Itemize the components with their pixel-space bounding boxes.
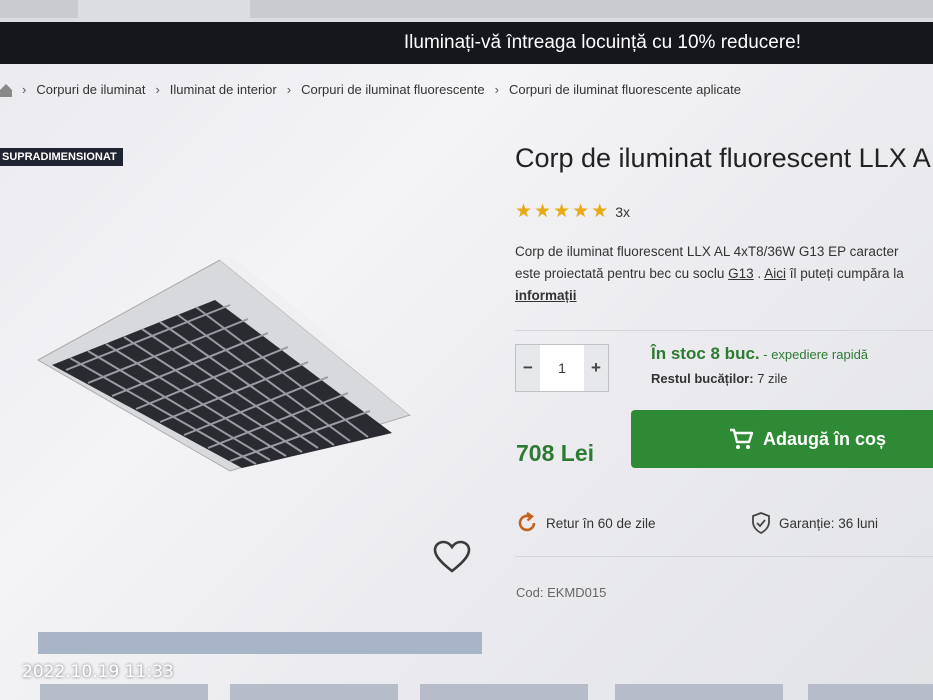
breadcrumb-item[interactable]: Corpuri de iluminat — [36, 82, 145, 97]
return-icon — [518, 512, 536, 532]
promo-banner-text: Iluminați-vă întreaga locuință cu 10% re… — [403, 32, 801, 53]
breadcrumb-item[interactable]: Corpuri de iluminat fluorescente — [301, 82, 485, 97]
increase-button[interactable]: + — [584, 345, 608, 391]
decrease-button[interactable]: − — [516, 345, 540, 391]
star-icon: ★ — [515, 201, 533, 222]
description-line: informații — [515, 285, 933, 307]
warranty-info[interactable]: Garanție: 36 luni — [751, 512, 878, 534]
breadcrumb-item-current[interactable]: Corpuri de iluminat fluorescente aplicat… — [509, 82, 741, 97]
description-text: este proiectată pentru bec cu soclu — [515, 266, 729, 281]
star-icon: ★ — [553, 201, 571, 222]
thumbnail[interactable] — [420, 684, 588, 700]
cart-icon — [730, 428, 753, 449]
description-line: este proiectată pentru bec cu soclu G13 … — [515, 263, 933, 285]
home-icon[interactable] — [0, 83, 12, 97]
chevron-right-icon: › — [286, 82, 292, 97]
product-image[interactable] — [30, 255, 420, 475]
chevron-right-icon: › — [494, 82, 499, 97]
shield-check-icon — [752, 512, 770, 534]
oversized-badge: SUPRADIMENSIONAT — [0, 148, 123, 166]
chevron-right-icon: › — [155, 82, 160, 97]
quantity-input[interactable]: 1 — [540, 345, 584, 391]
add-to-cart-label: Adaugă în coș — [763, 428, 887, 449]
top-strip — [0, 0, 933, 24]
divider — [515, 330, 933, 331]
buy-here-link[interactable]: Aici — [764, 266, 786, 281]
stock-count: În stoc 8 buc. — [651, 344, 760, 363]
rating-stars[interactable]: ★ ★ ★ ★ ★ 3x — [515, 202, 630, 221]
divider — [515, 556, 933, 557]
product-title: Corp de iluminat fluorescent LLX A — [515, 143, 931, 173]
shipping-info: - expediere rapidă — [759, 347, 869, 362]
thumbnail[interactable] — [615, 684, 783, 700]
star-icon: ★ — [591, 201, 609, 222]
gallery-scrollbar[interactable] — [38, 632, 482, 654]
breadcrumb: › Corpuri de iluminat › Iluminat de inte… — [0, 82, 741, 97]
star-icon: ★ — [572, 201, 590, 222]
rest-value: 7 zile — [753, 371, 788, 386]
rest-label: Restul bucăților: — [651, 371, 754, 386]
quantity-stepper[interactable]: − 1 + — [515, 344, 609, 392]
product-price: 708 Lei — [516, 440, 594, 466]
more-info-link[interactable]: informații — [515, 288, 577, 303]
thumbnail[interactable] — [40, 684, 208, 700]
rest-delivery: Restul bucăților: 7 zile — [651, 371, 788, 386]
promo-banner[interactable]: Iluminați-vă întreaga locuință cu 10% re… — [0, 22, 933, 64]
star-icon: ★ — [534, 201, 552, 222]
return-text: Retur în 60 de zile — [546, 515, 656, 531]
product-code: Cod: EKMD015 — [516, 585, 607, 600]
description-text: îl puteți cumpăra la — [785, 266, 904, 281]
description-line: Corp de iluminat fluorescent LLX AL 4xT8… — [515, 244, 899, 259]
warranty-text: Garanție: 36 luni — [779, 515, 879, 531]
heart-icon[interactable] — [433, 540, 471, 574]
product-description: Corp de iluminat fluorescent LLX AL 4xT8… — [515, 241, 933, 307]
thumbnail[interactable] — [230, 684, 398, 700]
description-separator: . — [753, 266, 765, 281]
thumbnail[interactable] — [808, 684, 933, 700]
add-to-cart-button[interactable]: Adaugă în coș — [631, 410, 933, 468]
g13-link[interactable]: G13 — [728, 266, 754, 281]
breadcrumb-item[interactable]: Iluminat de interior — [170, 82, 277, 97]
stock-status: În stoc 8 buc. - expediere rapidă — [651, 344, 868, 364]
review-count[interactable]: 3x — [615, 204, 630, 220]
photo-timestamp: 2022.10.19 11:33 — [22, 662, 174, 682]
return-policy[interactable]: Retur în 60 de zile — [516, 512, 656, 534]
chevron-right-icon: › — [22, 82, 27, 97]
